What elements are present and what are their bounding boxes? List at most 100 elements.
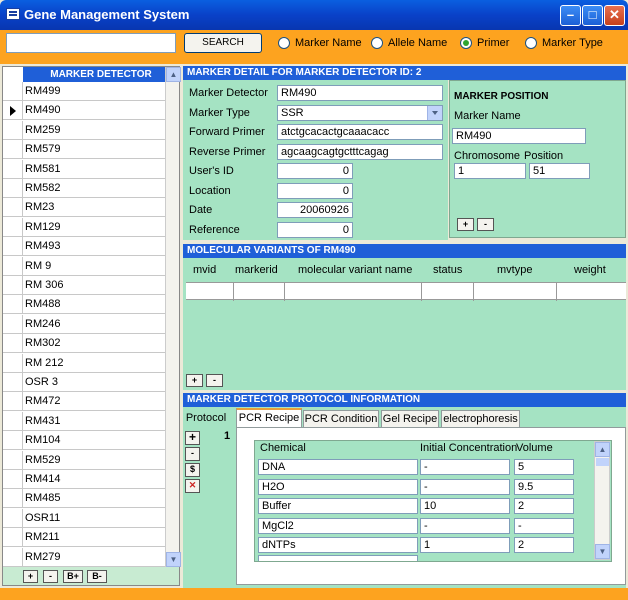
list-scrollbar[interactable]: ▲ ▼ — [165, 67, 181, 567]
list-item[interactable]: RM493 — [3, 237, 165, 257]
row-selector[interactable] — [3, 353, 23, 373]
row-selector[interactable] — [3, 528, 23, 548]
variant-new-row[interactable] — [186, 282, 626, 301]
list-item[interactable]: RM431 — [3, 411, 165, 431]
recipe-cell-chemical[interactable]: DNA — [258, 459, 418, 475]
scroll-up-icon[interactable]: ▲ — [166, 67, 181, 82]
list-item[interactable]: RM485 — [3, 489, 165, 509]
row-selector[interactable] — [3, 256, 23, 276]
list-item[interactable]: RM23 — [3, 198, 165, 218]
bookmark-remove-button[interactable]: B- — [87, 570, 107, 583]
row-selector[interactable] — [3, 295, 23, 315]
radio-marker-name[interactable]: Marker Name — [278, 35, 362, 51]
tab-protocol[interactable]: Protocol — [183, 410, 229, 428]
recipe-cell-initial[interactable]: - — [420, 478, 510, 495]
row-selector[interactable] — [3, 547, 23, 567]
recipe-scrollbar[interactable]: ▲ ▼ — [594, 441, 610, 560]
row-selector[interactable] — [3, 82, 23, 101]
tab-pcr-condition[interactable]: PCR Condition — [303, 410, 379, 428]
protocol-add-button[interactable]: + — [185, 431, 200, 445]
protocol-remove-button[interactable]: - — [185, 447, 200, 461]
row-selector[interactable] — [3, 392, 23, 412]
users-id-field[interactable]: 0 — [277, 163, 353, 179]
row-selector[interactable] — [3, 120, 23, 140]
list-item[interactable]: RM104 — [3, 431, 165, 451]
row-selector[interactable] — [3, 237, 23, 257]
search-button[interactable]: SEARCH — [184, 33, 262, 53]
recipe-cell-initial[interactable]: - — [420, 459, 510, 475]
reverse-primer-field[interactable]: agcaagcagtgctttcagag — [277, 144, 443, 160]
row-selector[interactable] — [3, 373, 23, 392]
search-input[interactable] — [6, 33, 176, 53]
list-item[interactable]: OSR11 — [3, 508, 165, 528]
reference-field[interactable]: 0 — [277, 222, 353, 238]
close-button[interactable]: ✕ — [604, 5, 625, 26]
recipe-cell-initial[interactable]: - — [420, 517, 510, 534]
tab-electrophoresis[interactable]: electrophoresis — [441, 410, 520, 428]
list-item[interactable]: RM 212 — [3, 353, 165, 373]
variant-remove-button[interactable]: - — [206, 374, 223, 387]
radio-allele-name[interactable]: Allele Name — [371, 35, 447, 51]
bookmark-add-button[interactable]: B+ — [63, 570, 83, 583]
row-selector[interactable] — [3, 179, 23, 198]
radio-primer[interactable]: Primer — [460, 35, 509, 51]
list-item[interactable]: RM472 — [3, 392, 165, 412]
list-item[interactable]: RM 9 — [3, 256, 165, 276]
recipe-cell-chemical[interactable]: MgCl2 — [258, 517, 418, 534]
recipe-cell-volume[interactable]: 5 — [514, 459, 574, 475]
recipe-cell-volume[interactable]: 9.5 — [514, 478, 574, 495]
list-item[interactable]: RM414 — [3, 470, 165, 489]
scroll-up-icon[interactable]: ▲ — [595, 442, 610, 457]
list-item[interactable]: RM129 — [3, 217, 165, 237]
add-record-button[interactable]: + — [23, 570, 38, 583]
recipe-cell-initial[interactable]: 10 — [420, 498, 510, 514]
row-selector[interactable] — [3, 276, 23, 295]
list-item[interactable]: RM259 — [3, 120, 165, 140]
list-item[interactable]: RM 306 — [3, 276, 165, 295]
list-item[interactable]: OSR 3 — [3, 373, 165, 392]
minimize-button[interactable]: – — [560, 5, 581, 26]
marker-type-select[interactable]: SSR — [277, 105, 443, 121]
row-selector[interactable] — [3, 470, 23, 489]
list-item[interactable]: RM211 — [3, 528, 165, 548]
remove-record-button[interactable]: - — [43, 570, 58, 583]
list-item[interactable]: RM302 — [3, 334, 165, 354]
marker-detector-field[interactable]: RM490 — [277, 85, 443, 101]
row-selector[interactable] — [3, 489, 23, 509]
tab-gel-recipe[interactable]: Gel Recipe — [381, 410, 439, 428]
maximize-button[interactable]: □ — [582, 5, 603, 26]
list-item[interactable]: RM279 — [3, 547, 165, 567]
row-selector[interactable] — [3, 140, 23, 160]
recipe-cell-initial[interactable]: 1 — [420, 537, 510, 553]
scroll-down-icon[interactable]: ▼ — [595, 544, 610, 559]
recipe-cell-chemical[interactable]: H2O — [258, 478, 418, 495]
row-selector[interactable] — [3, 450, 23, 470]
row-selector[interactable] — [3, 411, 23, 431]
list-item[interactable]: RM581 — [3, 159, 165, 179]
position-field[interactable]: 51 — [529, 163, 590, 179]
variant-add-button[interactable]: + — [186, 374, 203, 387]
position-marker-name-field[interactable]: RM490 — [452, 128, 586, 144]
protocol-delete-icon[interactable]: ✕ — [185, 479, 200, 493]
recipe-cell-chemical[interactable]: Buffer — [258, 498, 418, 514]
recipe-cell-volume[interactable]: 2 — [514, 498, 574, 514]
list-item[interactable]: RM529 — [3, 450, 165, 470]
forward-primer-field[interactable]: atctgcacactgcaaacacc — [277, 124, 443, 140]
list-item[interactable]: RM490 — [3, 101, 165, 121]
position-add-button[interactable]: + — [457, 218, 474, 231]
tab-pcr-recipe[interactable]: PCR Recipe — [236, 408, 302, 428]
scroll-down-icon[interactable]: ▼ — [166, 552, 181, 567]
list-item[interactable]: RM582 — [3, 179, 165, 198]
list-item[interactable]: RM246 — [3, 314, 165, 334]
chromosome-field[interactable]: 1 — [454, 163, 526, 179]
recipe-cell-volume[interactable]: - — [514, 517, 574, 534]
position-remove-button[interactable]: - — [477, 218, 494, 231]
recipe-cell-chemical[interactable]: dNTPs — [258, 537, 418, 553]
row-selector[interactable] — [3, 159, 23, 179]
protocol-save-button[interactable]: $ — [185, 463, 200, 477]
row-selector[interactable] — [3, 334, 23, 354]
scroll-thumb[interactable] — [596, 458, 609, 466]
list-item[interactable]: RM579 — [3, 140, 165, 160]
row-selector[interactable] — [3, 217, 23, 237]
list-item[interactable]: RM499 — [3, 82, 165, 101]
